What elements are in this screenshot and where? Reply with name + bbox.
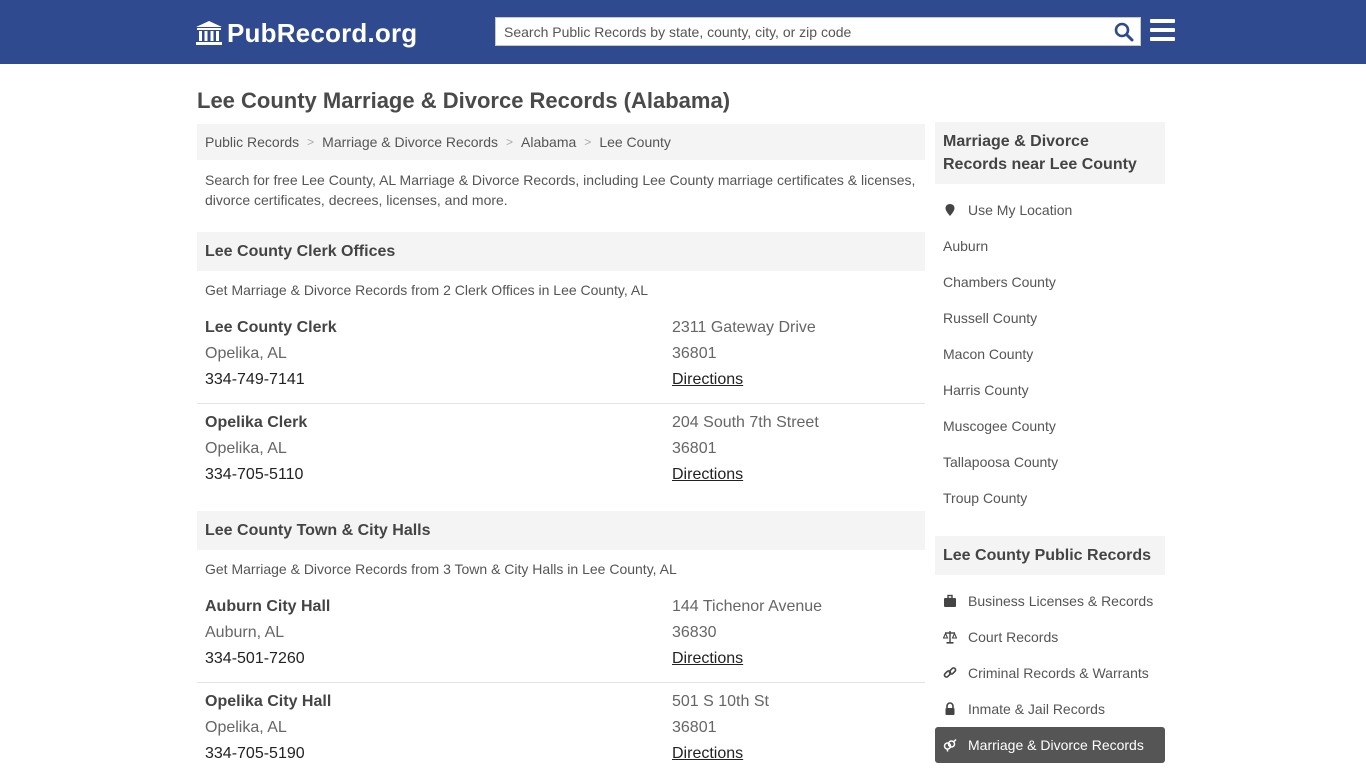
breadcrumb-alabama[interactable]: Alabama	[521, 134, 576, 150]
use-my-location-link[interactable]: Use My Location	[935, 192, 1165, 228]
list-item[interactable]: Russell County	[935, 300, 1165, 336]
breadcrumb-marriage-divorce[interactable]: Marriage & Divorce Records	[322, 134, 498, 150]
sidebar-item-business[interactable]: Business Licenses & Records	[935, 583, 1165, 619]
sidebar-item-marriage-divorce[interactable]: Marriage & Divorce Records	[935, 727, 1165, 763]
directions-link[interactable]: Directions	[672, 650, 743, 667]
intro-text: Search for free Lee County, AL Marriage …	[205, 172, 916, 208]
office-zip: 36801	[672, 440, 717, 457]
office-phone[interactable]: 334-749-7141	[205, 367, 337, 393]
sidebar-item-inmate[interactable]: Inmate & Jail Records	[935, 691, 1165, 727]
chevron-right-icon: >	[506, 135, 514, 149]
office-phone[interactable]: 334-501-7260	[205, 646, 330, 672]
search-box	[495, 17, 1141, 46]
office-name[interactable]: Opelika City Hall	[205, 689, 331, 715]
office-card: Opelika City Hall Opelika, AL 334-705-51…	[197, 683, 925, 778]
map-marker-icon	[945, 204, 955, 216]
public-records-list: Business Licenses & Records Court Record…	[935, 583, 1165, 763]
top-navbar: PubRecord.org	[0, 0, 1366, 64]
office-phone[interactable]: 334-705-5190	[205, 741, 331, 767]
list-item[interactable]: Muscogee County	[935, 408, 1165, 444]
office-city: Opelika, AL	[205, 345, 287, 362]
breadcrumb-lee-county[interactable]: Lee County	[599, 134, 671, 150]
list-item[interactable]: Auburn	[935, 228, 1165, 264]
directions-link[interactable]: Directions	[672, 466, 743, 483]
office-address: 501 S 10th St	[672, 693, 769, 710]
office-card: Opelika Clerk Opelika, AL 334-705-5110 2…	[197, 404, 925, 499]
lock-icon	[945, 702, 955, 715]
list-item[interactable]: Troup County	[935, 480, 1165, 516]
list-item[interactable]: Chambers County	[935, 264, 1165, 300]
list-item[interactable]: Tallapoosa County	[935, 444, 1165, 480]
main-content: Public Records > Marriage & Divorce Reco…	[197, 124, 925, 778]
office-name[interactable]: Auburn City Hall	[205, 594, 330, 620]
nearby-list: Use My Location Auburn Chambers County R…	[935, 192, 1165, 516]
breadcrumb: Public Records > Marriage & Divorce Reco…	[197, 124, 925, 160]
sidebar-item-court[interactable]: Court Records	[935, 619, 1165, 655]
office-name[interactable]: Opelika Clerk	[205, 410, 307, 436]
search-icon[interactable]	[1114, 22, 1134, 42]
office-address: 2311 Gateway Drive	[672, 319, 816, 336]
office-card: Lee County Clerk Opelika, AL 334-749-714…	[197, 309, 925, 404]
list-item-label: Use My Location	[968, 202, 1073, 218]
courthouse-icon	[196, 21, 222, 45]
nearby-title: Marriage & Divorce Records near Lee Coun…	[935, 122, 1165, 184]
chevron-right-icon: >	[307, 135, 315, 149]
list-item-label: Court Records	[968, 629, 1059, 645]
clerk-section-title: Lee County Clerk Offices	[197, 232, 925, 271]
scales-icon	[943, 631, 957, 644]
list-item-label: Business Licenses & Records	[968, 593, 1154, 609]
briefcase-icon	[944, 594, 956, 607]
hall-section-subtitle: Get Marriage & Divorce Records from 3 To…	[205, 561, 677, 577]
office-zip: 36830	[672, 624, 717, 641]
directions-link[interactable]: Directions	[672, 371, 743, 388]
clerk-section-subtitle: Get Marriage & Divorce Records from 2 Cl…	[205, 282, 648, 298]
list-item-label: Inmate & Jail Records	[968, 701, 1105, 717]
hall-section-title: Lee County Town & City Halls	[197, 511, 925, 550]
list-item[interactable]: Macon County	[935, 336, 1165, 372]
office-card: Auburn City Hall Auburn, AL 334-501-7260…	[197, 588, 925, 683]
list-item[interactable]: Harris County	[935, 372, 1165, 408]
gender-icon	[943, 738, 957, 752]
list-item-label: Criminal Records & Warrants	[968, 665, 1149, 681]
office-city: Auburn, AL	[205, 624, 285, 641]
office-zip: 36801	[672, 719, 717, 736]
office-address: 144 Tichenor Avenue	[672, 598, 823, 615]
directions-link[interactable]: Directions	[672, 745, 743, 762]
office-city: Opelika, AL	[205, 719, 287, 736]
site-logo[interactable]: PubRecord.org	[195, 18, 417, 48]
list-item-label: Marriage & Divorce Records	[968, 737, 1144, 753]
breadcrumb-public-records[interactable]: Public Records	[205, 134, 299, 150]
link-icon	[943, 667, 957, 678]
page-title: Lee County Marriage & Divorce Records (A…	[197, 88, 731, 113]
sidebar: Marriage & Divorce Records near Lee Coun…	[935, 122, 1165, 763]
public-records-title: Lee County Public Records	[935, 536, 1165, 575]
office-address: 204 South 7th Street	[672, 414, 819, 431]
search-input[interactable]	[496, 18, 1096, 45]
office-zip: 36801	[672, 345, 717, 362]
hamburger-menu-icon[interactable]	[1150, 19, 1175, 41]
office-phone[interactable]: 334-705-5110	[205, 462, 307, 488]
sidebar-item-criminal[interactable]: Criminal Records & Warrants	[935, 655, 1165, 691]
chevron-right-icon: >	[584, 135, 592, 149]
logo-text: PubRecord.org	[227, 17, 418, 48]
office-name[interactable]: Lee County Clerk	[205, 315, 337, 341]
office-city: Opelika, AL	[205, 440, 287, 457]
